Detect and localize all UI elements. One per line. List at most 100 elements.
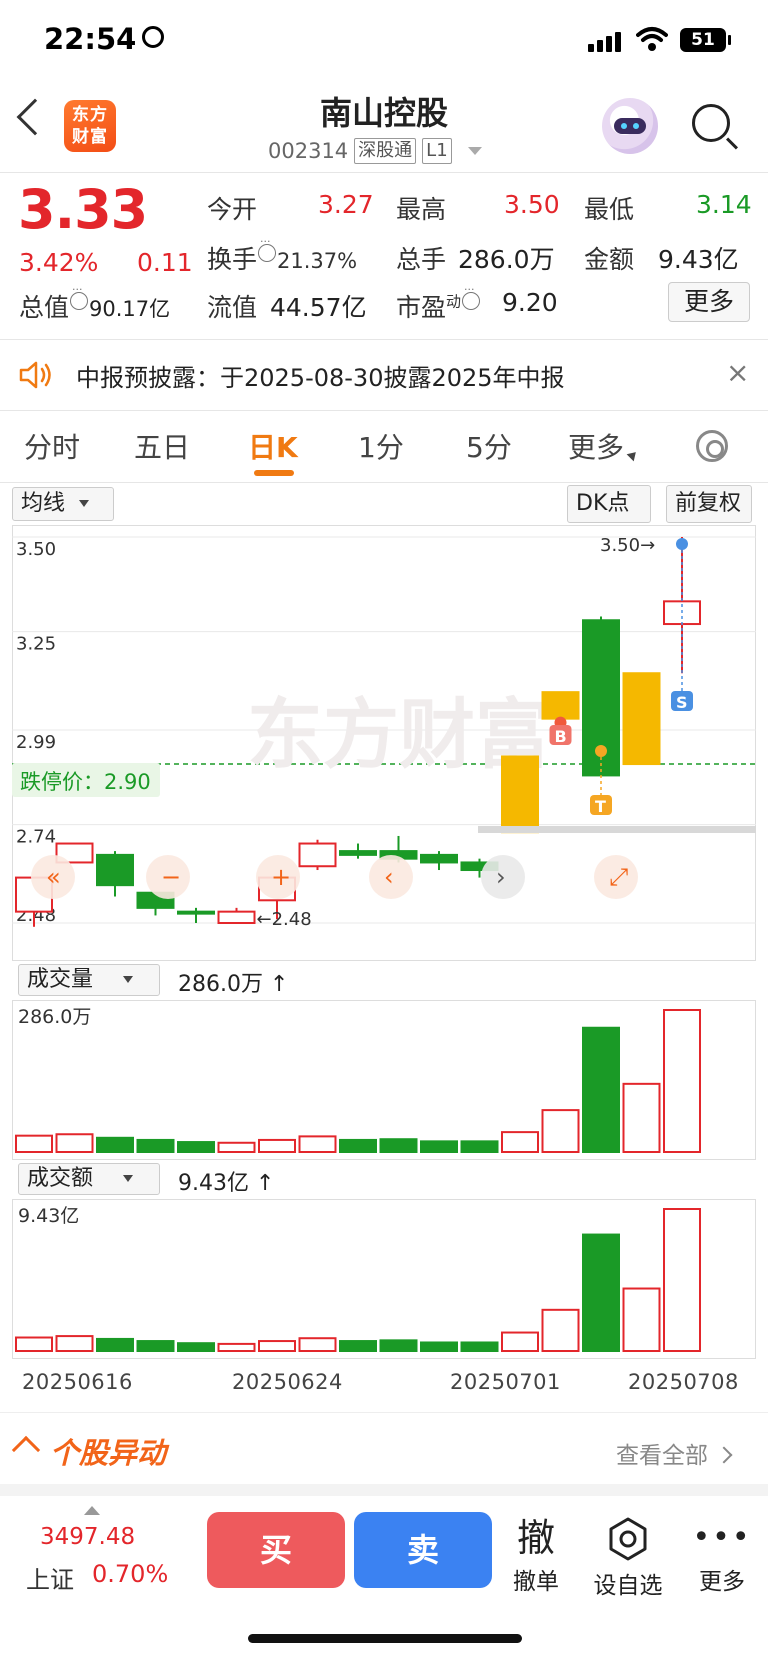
volume-axis-max: 286.0万 (18, 1006, 92, 1028)
buy-button[interactable]: 买 (207, 1512, 345, 1588)
candle (622, 672, 661, 766)
amount-label: 金额 (584, 245, 635, 274)
active-tab-indicator (254, 470, 294, 476)
amount-bar (258, 1340, 296, 1352)
index-name: 上证 (26, 1566, 74, 1594)
volume-bar (217, 1141, 256, 1154)
tab-1min[interactable]: 1分 (358, 426, 404, 466)
change-amount: 0.11 (137, 248, 193, 277)
tab-daily-k[interactable]: 日K (248, 426, 298, 466)
low-value: 3.14 (696, 190, 752, 219)
close-icon[interactable]: × (726, 356, 749, 389)
tab-intraday[interactable]: 分时 (24, 426, 80, 466)
sell-button[interactable]: 卖 (354, 1512, 492, 1588)
max-price-marker: 3.50→ (600, 535, 655, 556)
sell-signal-letter: S (676, 693, 688, 712)
notice-text[interactable]: 中报预披露：于2025-08-30披露2025年中报 (76, 358, 565, 393)
candle (541, 691, 580, 720)
divider (0, 410, 768, 411)
info-icon[interactable] (70, 283, 89, 310)
expand-up-icon[interactable] (84, 1506, 100, 1515)
more-button[interactable]: ••• 更多 (682, 1516, 762, 1596)
volume-bar (379, 1138, 418, 1154)
t-signal-dot (595, 745, 607, 757)
amount-chart[interactable] (12, 1199, 756, 1359)
amount-dropdown[interactable]: 成交额 (18, 1163, 160, 1195)
amount-bar (217, 1342, 256, 1352)
candle (96, 853, 134, 887)
battery-icon: 51 (680, 28, 731, 52)
chevron-right-icon (715, 1446, 733, 1464)
volume-current: 286.0万 ↑ (178, 972, 289, 997)
limit-down-label: 跌停价：2.90 (20, 770, 151, 794)
price-tick-label: 3.25 (16, 634, 56, 655)
volume-bar (501, 1131, 539, 1153)
volume-label: 总手 (396, 245, 447, 274)
see-all-link[interactable]: 查看全部 (616, 1436, 733, 1470)
amount-bar (379, 1339, 418, 1353)
indicator-dropdown[interactable]: 均线 (12, 487, 114, 521)
search-icon[interactable] (692, 104, 730, 142)
divider (0, 339, 768, 340)
stock-code-line[interactable]: 002314 深股通 L1 (268, 138, 482, 164)
open-label: 今开 (207, 195, 258, 224)
total-value: 总值90.17亿 (19, 283, 170, 324)
back-chevron-icon[interactable] (16, 98, 54, 136)
adjust-button[interactable]: 前复权 (666, 485, 752, 523)
volume-bar (582, 1026, 620, 1153)
chart-control-icon: « (46, 863, 61, 891)
high-value: 3.50 (504, 190, 560, 219)
cancel-order-button[interactable]: 撤 撤单 (496, 1516, 576, 1596)
volume-chart[interactable] (12, 1000, 756, 1160)
date-label: 20250708 (628, 1370, 739, 1394)
tab-more[interactable]: 更多 (568, 426, 640, 466)
pe-value: 9.20 (502, 288, 558, 317)
chart-control-icon: › (496, 863, 506, 891)
pe-label: 市盈动 (396, 283, 481, 324)
assistant-robot-icon[interactable] (602, 98, 658, 154)
amount-bar (420, 1341, 458, 1352)
app-logo: 东方 财富 (64, 100, 116, 152)
add-watchlist-button[interactable]: 设自选 (588, 1516, 668, 1600)
volume-bar (55, 1133, 94, 1153)
amount-bar (541, 1308, 580, 1352)
home-indicator (248, 1634, 522, 1643)
amount-axis-max: 9.43亿 (18, 1205, 80, 1227)
volume-bar (663, 1009, 701, 1153)
gear-icon[interactable] (696, 430, 728, 462)
kline-chart[interactable]: 3.503.252.992.742.48 东方财富 3.50→←2.48BTS«… (12, 525, 756, 961)
volume-bar (96, 1136, 134, 1154)
amount-bar (582, 1233, 620, 1353)
amount-current: 9.43亿 ↑ (178, 1171, 275, 1196)
amount-bar (55, 1335, 94, 1352)
amount-bar (501, 1331, 539, 1352)
turnover-label: 换手21.37% (207, 235, 357, 276)
float-value: 44.57亿 (270, 293, 367, 322)
collapse-chevron-icon[interactable] (11, 1435, 41, 1465)
level-tag: L1 (422, 138, 452, 164)
amount-bar (298, 1337, 337, 1353)
price-tick-label: 2.99 (16, 732, 56, 753)
status-time: 22:54 (44, 22, 165, 56)
candle (501, 755, 539, 834)
support-band (478, 826, 756, 833)
price-tick-label: 2.74 (16, 827, 56, 848)
current-price: 3.33 (18, 178, 148, 241)
caret-down-icon (79, 500, 90, 507)
info-icon[interactable] (258, 235, 277, 262)
volume-dropdown[interactable]: 成交量 (18, 964, 160, 996)
cancel-order-icon: 撤 (516, 1516, 555, 1560)
info-icon[interactable] (462, 283, 481, 310)
sell-signal-dot (676, 538, 688, 550)
more-quote-button[interactable]: 更多 (668, 282, 750, 322)
more-dots-icon: ••• (692, 1520, 752, 1555)
tab-five-day[interactable]: 五日 (134, 426, 190, 466)
dk-point-button[interactable]: DK点 (567, 485, 651, 523)
float-value-label: 流值 (207, 293, 258, 322)
signal-icon (588, 30, 624, 52)
tab-5min[interactable]: 5分 (466, 426, 512, 466)
index-change: 0.70% (92, 1560, 169, 1588)
caret-down-icon (467, 147, 482, 155)
low-label: 最低 (584, 195, 635, 224)
volume-value: 286.0万 (458, 245, 555, 274)
